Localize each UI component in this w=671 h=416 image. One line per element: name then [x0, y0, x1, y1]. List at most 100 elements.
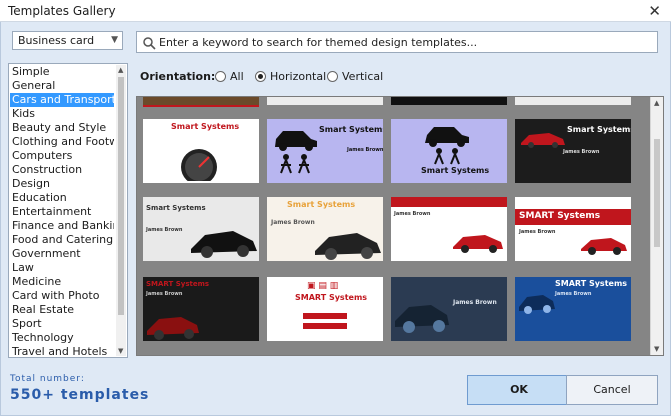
sports-car-icon: [519, 295, 555, 314]
template-card[interactable]: SMART Systems James Brown: [143, 277, 259, 341]
radio-circle: [215, 71, 226, 82]
search-box[interactable]: [136, 31, 658, 53]
card-person: James Brown: [519, 229, 556, 235]
sports-car-icon: [581, 238, 627, 255]
card-company: Smart Systems: [567, 125, 631, 134]
scrollbar-thumb[interactable]: [654, 139, 660, 247]
category-item[interactable]: Kids: [10, 107, 114, 121]
category-item[interactable]: Finance and Banking: [10, 219, 114, 233]
orientation-horizontal-radio[interactable]: Horizontal: [255, 70, 326, 83]
orientation-label: Orientation:: [140, 70, 216, 83]
card-company: SMART Systems: [519, 211, 601, 221]
sports-car-icon: [521, 133, 565, 148]
category-item[interactable]: Construction: [10, 163, 114, 177]
sports-car-icon: [395, 305, 449, 333]
gallery-scrollbar[interactable]: ▲ ▼: [650, 97, 663, 355]
template-type-value: Business card: [18, 34, 95, 47]
template-card[interactable]: [515, 97, 631, 105]
template-card[interactable]: James Brown: [391, 197, 507, 261]
card-company: Smart Systems: [319, 125, 383, 134]
sports-car-icon: [147, 317, 199, 340]
sports-car-icon: [191, 231, 257, 258]
category-item[interactable]: Cars and Transport: [10, 93, 114, 107]
category-item[interactable]: Beauty and Style: [10, 121, 114, 135]
close-icon[interactable]: ✕: [648, 2, 661, 20]
template-card[interactable]: Smart Systems: [143, 119, 259, 183]
scroll-down-icon[interactable]: ▼: [118, 347, 123, 355]
card-bar: [303, 323, 347, 329]
radio-circle-selected: [255, 71, 266, 82]
template-card[interactable]: Smart Systems: [391, 119, 507, 183]
ok-button[interactable]: OK: [467, 375, 571, 405]
template-card[interactable]: SMART Systems James Brown: [515, 277, 631, 341]
card-company: Smart Systems: [171, 122, 240, 131]
category-item[interactable]: Government: [10, 247, 114, 261]
radio-label: Horizontal: [270, 70, 327, 83]
template-card[interactable]: Smart Systems James Brown: [267, 119, 383, 183]
orientation-all-radio[interactable]: All: [215, 70, 244, 83]
card-person: James Brown: [394, 211, 431, 217]
category-item[interactable]: Card with Photo: [10, 289, 114, 303]
category-item[interactable]: General: [10, 79, 114, 93]
template-card[interactable]: James Brown: [391, 277, 507, 341]
category-item[interactable]: Technology: [10, 331, 114, 345]
radio-circle: [327, 71, 338, 82]
search-icon: [143, 37, 156, 50]
template-card[interactable]: SMART Systems James Brown: [515, 197, 631, 261]
scroll-up-icon[interactable]: ▲: [118, 66, 123, 74]
template-card[interactable]: [391, 97, 507, 105]
category-item[interactable]: Medicine: [10, 275, 114, 289]
category-item[interactable]: Law: [10, 261, 114, 275]
window-title: Templates Gallery: [8, 4, 116, 18]
card-company: Smart Systems: [287, 200, 356, 209]
template-type-select[interactable]: Business card ▼: [12, 31, 123, 50]
card-company: SMART Systems: [555, 279, 628, 288]
cancel-button[interactable]: Cancel: [566, 375, 658, 405]
template-gallery[interactable]: Smart Systems Smart Systems James Brown …: [136, 96, 664, 356]
category-item[interactable]: Design: [10, 177, 114, 191]
scroll-down-icon[interactable]: ▼: [654, 345, 659, 353]
card-company: Smart Systems: [146, 204, 206, 212]
orientation-vertical-radio[interactable]: Vertical: [327, 70, 383, 83]
category-item[interactable]: Food and Catering: [10, 233, 114, 247]
card-company: SMART Systems: [295, 293, 368, 302]
template-card[interactable]: Smart Systems James Brown: [267, 197, 383, 261]
category-item[interactable]: Real Estate: [10, 303, 114, 317]
speedometer-icon: [181, 149, 217, 181]
category-list[interactable]: ▲ ▼ Simple General Cars and Transport Kids B…: [8, 63, 128, 358]
template-card[interactable]: [143, 97, 259, 107]
card-person: James Brown: [146, 291, 183, 297]
search-input[interactable]: [159, 34, 649, 50]
category-item[interactable]: Sport: [10, 317, 114, 331]
card-person: James Brown: [271, 219, 315, 226]
card-company: SMART Systems: [146, 280, 210, 288]
car-people-icon: [425, 127, 469, 165]
template-card[interactable]: Smart Systems James Brown: [515, 119, 631, 183]
template-card[interactable]: ▣ ▤ ▥ SMART Systems: [267, 277, 383, 341]
title-bar: Templates Gallery ✕: [0, 0, 671, 22]
sports-car-icon: [453, 235, 503, 253]
card-company: Smart Systems: [421, 166, 490, 175]
category-item[interactable]: Entertainment: [10, 205, 114, 219]
scroll-up-icon[interactable]: ▲: [654, 99, 659, 107]
category-item[interactable]: Clothing and Footwear: [10, 135, 114, 149]
card-bar: [303, 313, 347, 319]
sports-car-icon: [315, 233, 381, 260]
category-item[interactable]: Simple: [10, 65, 114, 79]
total-number-value: 550+ templates: [10, 387, 150, 403]
car-people-icon: [275, 131, 317, 174]
category-item[interactable]: Travel and Hotels: [10, 345, 114, 357]
card-person: James Brown: [563, 149, 600, 155]
card-person: James Brown: [347, 147, 383, 153]
template-card[interactable]: Smart Systems James Brown: [143, 197, 259, 261]
category-scrollbar[interactable]: ▲ ▼: [116, 65, 126, 356]
card-person: James Brown: [555, 291, 592, 297]
category-item[interactable]: Computers: [10, 149, 114, 163]
category-item[interactable]: Education: [10, 191, 114, 205]
template-card[interactable]: [267, 97, 383, 105]
card-person: James Brown: [453, 299, 497, 306]
card-header-band: [391, 197, 507, 207]
card-person: James Brown: [146, 227, 183, 233]
radio-label: Vertical: [342, 70, 384, 83]
scrollbar-thumb[interactable]: [118, 77, 124, 315]
